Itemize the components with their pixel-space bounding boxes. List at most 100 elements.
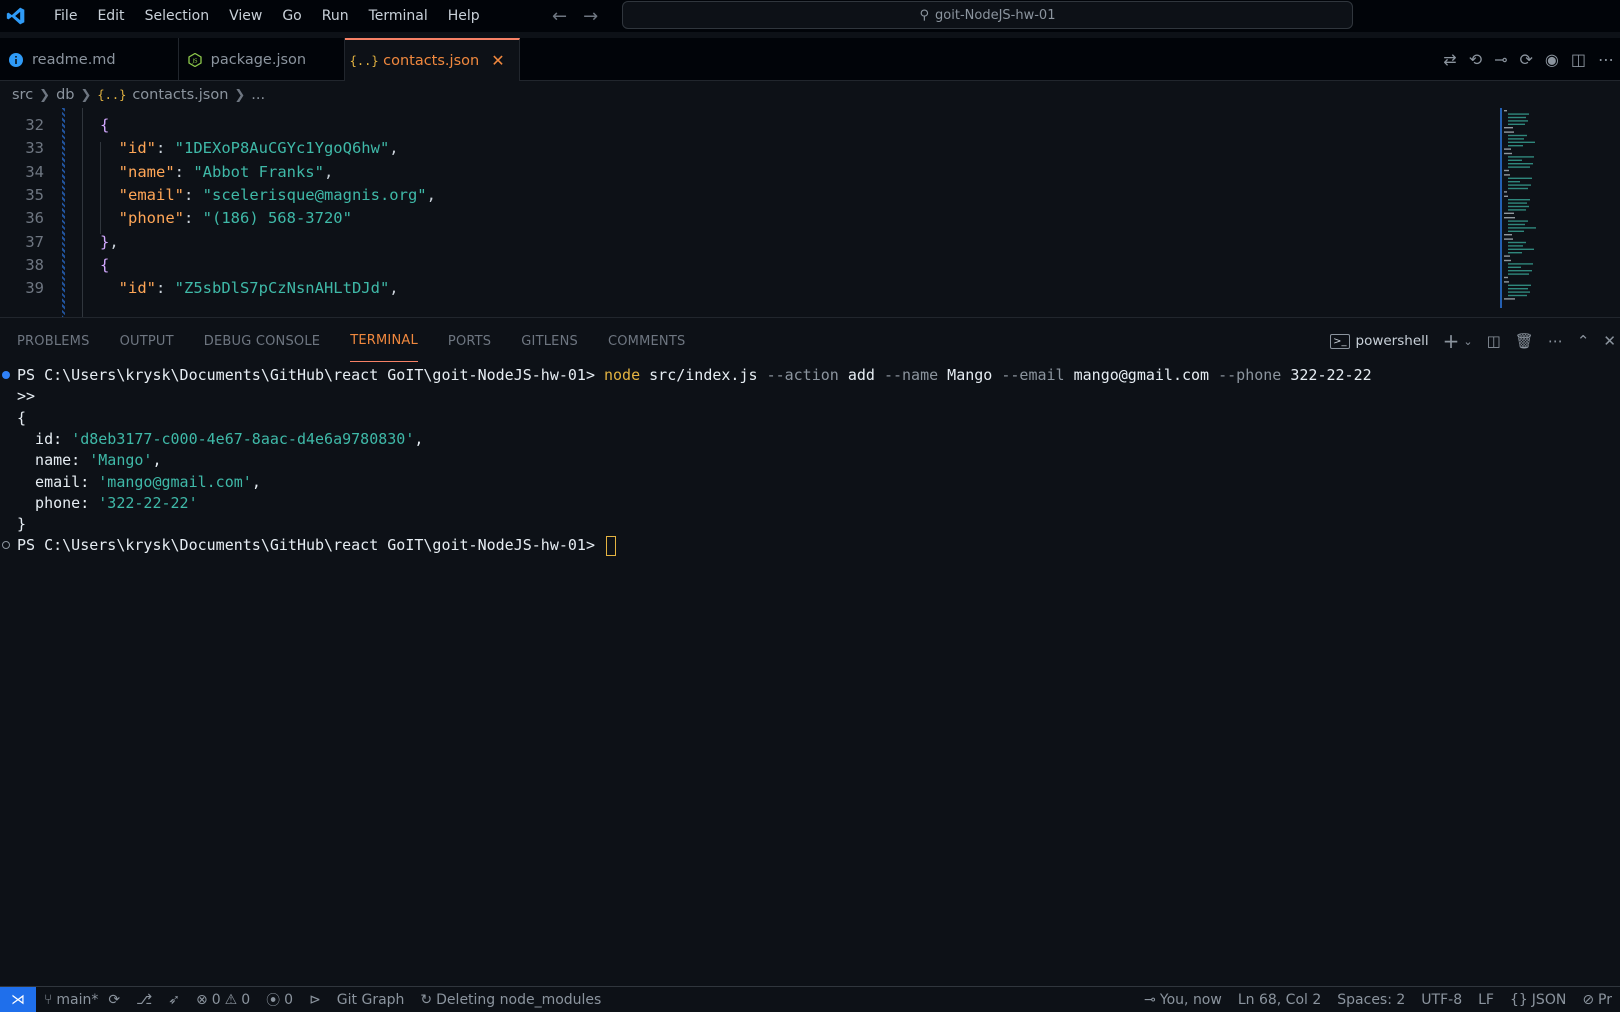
json-braces-icon: {..} <box>349 53 379 68</box>
tab-output[interactable]: OUTPUT <box>120 320 174 362</box>
json-braces-icon: {} <box>1509 992 1528 1008</box>
back-arrow-icon[interactable]: ← <box>552 6 567 27</box>
line-number: 37 <box>25 232 44 251</box>
tab-contacts-json[interactable]: {..} contacts.json ✕ <box>345 38 520 81</box>
compare-changes-icon[interactable]: ⇄ <box>1443 50 1456 69</box>
command-success-dot <box>2 371 10 379</box>
blame-indicator[interactable]: ⊸ You, now <box>1136 992 1230 1008</box>
menu-terminal[interactable]: Terminal <box>359 0 438 32</box>
warning-count: 0 <box>241 991 251 1008</box>
trash-icon[interactable]: 🗑 <box>1515 332 1534 350</box>
git-branch-icon: ⑂ <box>44 991 53 1008</box>
broadcast-icon: ⦿ <box>266 992 281 1009</box>
tab-debug-console[interactable]: DEBUG CONSOLE <box>204 320 320 362</box>
git-graph-button[interactable]: Git Graph <box>329 992 413 1008</box>
breadcrumb-symbols[interactable]: ... <box>251 87 265 103</box>
line-number: 36 <box>25 209 44 228</box>
menu-edit[interactable]: Edit <box>87 0 134 32</box>
code-line: 32 { <box>0 114 1490 137</box>
git-compare-icon[interactable]: ⎇ <box>128 992 160 1008</box>
tab-gitlens[interactable]: GITLENS <box>521 320 578 362</box>
code-line: 38 { <box>0 254 1490 277</box>
encoding[interactable]: UTF-8 <box>1413 992 1470 1008</box>
tab-terminal[interactable]: TERMINAL <box>350 320 418 362</box>
prohibited-icon: ⊘ <box>1582 992 1595 1008</box>
more-actions-icon[interactable]: ⋯ <box>1548 332 1563 350</box>
menu-selection[interactable]: Selection <box>135 0 220 32</box>
new-terminal-icon[interactable]: + <box>1443 329 1460 353</box>
indentation[interactable]: Spaces: 2 <box>1329 992 1413 1008</box>
split-terminal-icon[interactable]: ◫ <box>1487 332 1501 350</box>
code-line: 36 "phone": "(186) 568-3720" <box>0 207 1490 230</box>
line-number: 39 <box>25 279 44 298</box>
breadcrumb-db[interactable]: db <box>56 87 74 103</box>
blame-label: You, now <box>1159 992 1222 1008</box>
gitlens-icon[interactable]: ◉ <box>1545 50 1559 69</box>
language-label: JSON <box>1531 992 1567 1008</box>
minimap[interactable] <box>1502 108 1572 308</box>
rocket-icon[interactable]: ➶ <box>160 992 188 1008</box>
error-count: 0 <box>211 991 221 1008</box>
vscode-logo-icon <box>2 0 30 32</box>
menu-help[interactable]: Help <box>438 0 490 32</box>
ports-count: 0 <box>284 991 294 1008</box>
forward-arrow-icon[interactable]: → <box>583 6 598 27</box>
next-change-icon[interactable]: ⟳ <box>1520 50 1533 69</box>
commit-icon[interactable]: ⊸ <box>1494 50 1507 69</box>
more-actions-icon[interactable]: ⋯ <box>1598 50 1614 69</box>
tab-readme[interactable]: readme.md <box>0 38 179 81</box>
spinner-icon: ↻ <box>420 991 433 1008</box>
menu-go[interactable]: Go <box>272 0 311 32</box>
terminal-output-line: id: 'd8eb3177-c000-4e67-8aac-d4e6a978083… <box>17 430 424 448</box>
terminal[interactable]: PS C:\Users\krysk\Documents\GitHub\react… <box>0 364 1620 986</box>
problems-indicator[interactable]: ⊗ 0 ⚠ 0 <box>188 992 258 1008</box>
language-mode[interactable]: {} JSON <box>1502 992 1574 1008</box>
tab-problems[interactable]: PROBLEMS <box>17 320 90 362</box>
editor-actions: ⇄ ⟲ ⊸ ⟳ ◉ ◫ ⋯ <box>1443 38 1614 81</box>
run-icon[interactable]: ⊳ <box>301 992 329 1008</box>
status-bar: ⋊ ⑂ main* ⟳ ⎇ ➶ ⊗ 0 ⚠ 0 ⦿ 0 ⊳ Git Graph … <box>0 986 1620 1012</box>
end-of-line[interactable]: LF <box>1470 992 1502 1008</box>
maximize-panel-icon[interactable]: ⌃ <box>1577 332 1590 350</box>
terminal-output-line: email: 'mango@gmail.com', <box>17 473 261 491</box>
menu-run[interactable]: Run <box>312 0 359 32</box>
breadcrumb-src[interactable]: src <box>12 87 33 103</box>
tab-label: contacts.json <box>383 52 480 69</box>
menu-bar: File Edit Selection View Go Run Terminal… <box>44 0 490 32</box>
command-center[interactable]: ⚲ goit-NodeJS-hw-01 <box>622 1 1353 29</box>
code-editor[interactable]: 32 {33 "id": "1DEXoP8AuCGYc1YgoQ6hw", 34 … <box>0 108 1620 318</box>
status-bar-right: ⊸ You, now Ln 68, Col 2 Spaces: 2 UTF-8 … <box>1136 987 1620 1012</box>
terminal-prompt-line: PS C:\Users\krysk\Documents\GitHub\react… <box>17 534 616 556</box>
close-panel-icon[interactable]: ✕ <box>1603 332 1616 350</box>
menu-view[interactable]: View <box>219 0 272 32</box>
terminal-command-line: PS C:\Users\krysk\Documents\GitHub\react… <box>17 366 1372 384</box>
tab-label: package.json <box>210 51 307 68</box>
terminal-shell-selector[interactable]: >_ powershell <box>1330 333 1429 349</box>
tab-package-json[interactable]: JS package.json <box>179 38 346 81</box>
tab-comments[interactable]: COMMENTS <box>608 320 685 362</box>
breadcrumb-file[interactable]: contacts.json <box>132 87 228 103</box>
line-number: 35 <box>25 185 44 204</box>
close-icon[interactable]: ✕ <box>491 51 504 70</box>
commit-icon: ⊸ <box>1144 992 1156 1008</box>
tab-ports[interactable]: PORTS <box>448 320 491 362</box>
code-line: 39 "id": "Z5sbDlS7pCzNsnAHLtDJd", <box>0 277 1490 300</box>
prettier-label: Pr <box>1598 992 1612 1008</box>
cursor-position[interactable]: Ln 68, Col 2 <box>1230 992 1329 1008</box>
prettier-indicator[interactable]: ⊘ Pr <box>1574 992 1620 1008</box>
line-number: 32 <box>25 116 44 134</box>
branch-indicator[interactable]: ⑂ main* ⟳ <box>36 992 128 1008</box>
terminal-icon: >_ <box>1330 333 1350 349</box>
editor-tab-bar: readme.md JS package.json {..} contacts.… <box>0 38 1620 81</box>
task-indicator[interactable]: ↻ Deleting node_modules <box>412 992 609 1008</box>
remote-indicator-icon[interactable]: ⋊ <box>0 986 36 1012</box>
split-editor-icon[interactable]: ◫ <box>1571 50 1586 69</box>
code-line: 34 "name": "Abbot Franks", <box>0 161 1490 184</box>
chevron-down-icon[interactable]: ⌄ <box>1463 335 1472 348</box>
previous-change-icon[interactable]: ⟲ <box>1469 50 1482 69</box>
title-bar: File Edit Selection View Go Run Terminal… <box>0 0 1620 32</box>
ports-indicator[interactable]: ⦿ 0 <box>258 990 301 1010</box>
code-line: 33 "id": "1DEXoP8AuCGYc1YgoQ6hw", <box>0 137 1490 160</box>
menu-file[interactable]: File <box>44 0 87 32</box>
terminal-open-brace: { <box>17 409 27 427</box>
